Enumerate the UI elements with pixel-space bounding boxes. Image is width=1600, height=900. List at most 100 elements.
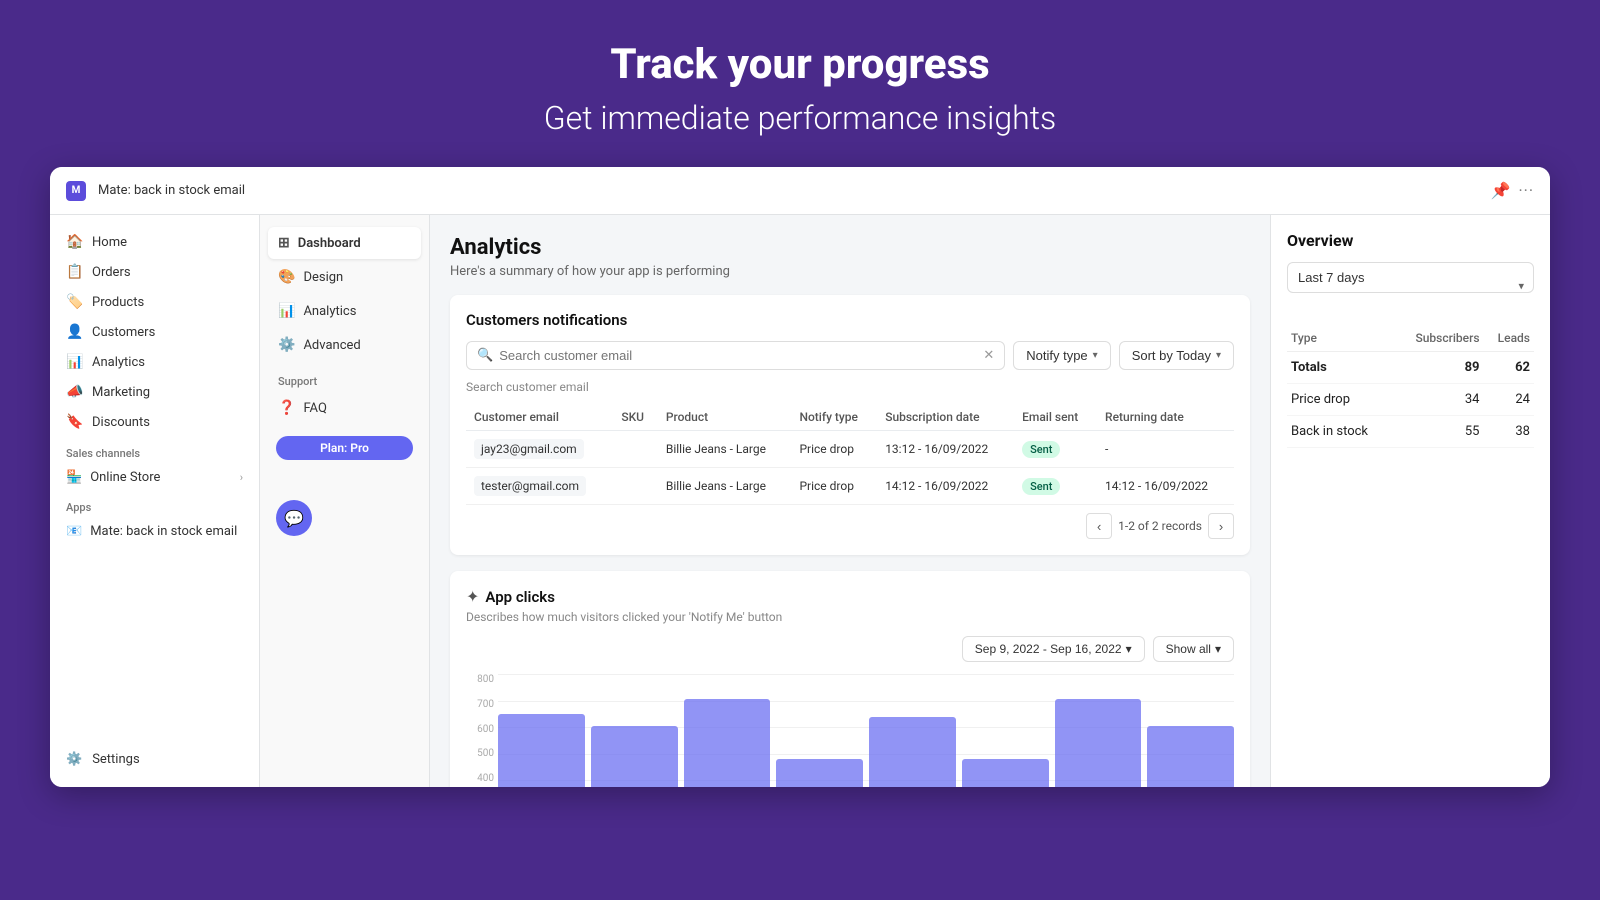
mate-icon: 📧 — [66, 524, 82, 539]
sidebar-item-online-store[interactable]: 🏪 Online Store › — [50, 464, 259, 491]
second-sidebar: ⊞ Dashboard 🎨 Design 📊 Analytics ⚙️ Adva… — [260, 215, 430, 787]
chat-button[interactable]: 💬 — [276, 500, 312, 536]
chart-bar-group — [684, 699, 771, 787]
chart-bar-group — [1055, 699, 1142, 787]
search-box[interactable]: 🔍 ✕ — [466, 341, 1005, 370]
overview-subscribers: 55 — [1393, 416, 1483, 448]
orders-icon: 📋 — [66, 264, 82, 280]
chart-bar — [1055, 699, 1142, 787]
discounts-icon: 🔖 — [66, 414, 82, 430]
sort-by-filter[interactable]: Sort by Today ▾ — [1119, 341, 1234, 370]
sidebar-item-settings[interactable]: ⚙️ Settings — [50, 744, 259, 775]
sidebar-item-analytics[interactable]: 📊 Analytics — [50, 347, 259, 377]
chart-bar-group — [962, 759, 1049, 787]
prev-page-button[interactable]: ‹ — [1086, 513, 1112, 539]
sidebar-item-home[interactable]: 🏠 Home — [50, 227, 259, 257]
customer-notifications-title: Customers notifications — [466, 311, 1234, 329]
top-bar: M Mate: back in stock email 📌 ··· — [50, 167, 1550, 215]
marketing-icon: 📣 — [66, 384, 82, 400]
notifications-table: Customer email SKU Product Notify type S… — [466, 404, 1234, 505]
overview-leads: 62 — [1484, 352, 1535, 384]
sidebar-item-apps-mate[interactable]: 📧 Mate: back in stock email — [50, 518, 259, 545]
chart-y-label: 700 — [466, 699, 494, 710]
show-all-label: Show all — [1166, 642, 1211, 656]
cell-returning-date: 14:12 - 16/09/2022 — [1097, 468, 1234, 505]
show-period-select[interactable]: Last 7 daysLast 30 daysLast 90 days — [1287, 262, 1534, 293]
cell-email: jay23@gmail.com — [466, 431, 613, 468]
pagination-row: ‹ 1-2 of 2 records › — [466, 513, 1234, 539]
app-clicks-title: App clicks — [485, 588, 555, 606]
list-item: Back in stock 55 38 — [1287, 416, 1534, 448]
cell-product: Billie Jeans - Large — [658, 431, 792, 468]
settings-icon: ⚙️ — [66, 752, 82, 767]
second-sidebar-item-advanced[interactable]: ⚙️ Advanced — [268, 329, 421, 361]
faq-label: FAQ — [303, 401, 326, 416]
plan-badge[interactable]: Plan: Pro — [276, 436, 413, 460]
mate-label: Mate: back in stock email — [90, 524, 237, 539]
show-all-button[interactable]: Show all ▾ — [1153, 636, 1234, 662]
advanced-icon: ⚙️ — [278, 337, 295, 353]
next-page-button[interactable]: › — [1208, 513, 1234, 539]
clear-icon[interactable]: ✕ — [983, 348, 994, 363]
chevron-down-show-icon: ▾ — [1215, 642, 1221, 656]
main-content: Analytics Here's a summary of how your a… — [430, 215, 1270, 787]
chart-bar — [1147, 726, 1234, 787]
col-product: Product — [658, 404, 792, 431]
sidebar-item-marketing[interactable]: 📣 Marketing — [50, 377, 259, 407]
date-range-button[interactable]: Sep 9, 2022 - Sep 16, 2022 ▾ — [962, 636, 1145, 662]
cell-returning-date: - — [1097, 431, 1234, 468]
sidebar-label-orders: Orders — [92, 265, 131, 280]
chart-bar-group — [1147, 726, 1234, 787]
overview-type: Price drop — [1287, 384, 1393, 416]
app-clicks-card: ✦ App clicks Describes how much visitors… — [450, 571, 1250, 787]
top-bar-title: Mate: back in stock email — [98, 183, 1479, 198]
more-options-icon[interactable]: ··· — [1518, 181, 1534, 200]
second-sidebar-item-design[interactable]: 🎨 Design — [268, 261, 421, 293]
sidebar-item-products[interactable]: 🏷️ Products — [50, 287, 259, 317]
chart-bar — [776, 759, 863, 787]
page-subtitle: Here's a summary of how your app is perf… — [450, 264, 1250, 279]
customer-notifications-card: Customers notifications 🔍 ✕ Notify type … — [450, 295, 1250, 555]
settings-label: Settings — [92, 752, 139, 767]
second-sidebar-item-faq[interactable]: ❓ FAQ — [268, 392, 421, 424]
chart-y-label: 800 — [466, 674, 494, 685]
pin-icon[interactable]: 📌 — [1491, 181, 1511, 200]
cell-subscription-date: 13:12 - 16/09/2022 — [877, 431, 1014, 468]
app-clicks-icon: ✦ — [466, 587, 479, 606]
chart-bar — [498, 714, 585, 787]
col-email: Customer email — [466, 404, 613, 431]
cell-notify-type: Price drop — [791, 468, 877, 505]
col-email-sent: Email sent — [1014, 404, 1097, 431]
analytics-sidebar-icon: 📊 — [278, 303, 295, 319]
overview-col-type: Type — [1287, 325, 1393, 352]
sidebar-item-orders[interactable]: 📋 Orders — [50, 257, 259, 287]
overview-leads: 38 — [1484, 416, 1535, 448]
table-row: tester@gmail.com Billie Jeans - Large Pr… — [466, 468, 1234, 505]
chart-bar-group — [591, 726, 678, 787]
overview-table: Type Subscribers Leads Totals 89 62 Pric… — [1287, 325, 1534, 448]
sidebar-item-discounts[interactable]: 🔖 Discounts — [50, 407, 259, 437]
second-sidebar-item-analytics[interactable]: 📊 Analytics — [268, 295, 421, 327]
sidebar-item-customers[interactable]: 👤 Customers — [50, 317, 259, 347]
sales-channels-label: Sales channels — [50, 437, 259, 464]
products-icon: 🏷️ — [66, 294, 82, 310]
online-store-icon: 🏪 — [66, 470, 82, 485]
cell-product: Billie Jeans - Large — [658, 468, 792, 505]
chart-y-label: 400 — [466, 773, 494, 784]
sidebar-label-products: Products — [92, 295, 144, 310]
overview-title: Overview — [1287, 231, 1534, 250]
search-input[interactable] — [499, 348, 977, 363]
home-icon: 🏠 — [66, 234, 82, 250]
notify-type-filter[interactable]: Notify type ▾ — [1013, 341, 1110, 370]
design-icon: 🎨 — [278, 269, 295, 285]
left-sidebar: 🏠 Home 📋 Orders 🏷️ Products 👤 Customers … — [50, 215, 260, 787]
hero-title: Track your progress — [20, 40, 1580, 89]
second-sidebar-item-dashboard[interactable]: ⊞ Dashboard — [268, 227, 421, 259]
online-store-label: Online Store — [90, 470, 160, 485]
chart-bar — [962, 759, 1049, 787]
overview-subscribers: 89 — [1393, 352, 1483, 384]
chart-bar-group — [869, 717, 956, 787]
list-item: Price drop 34 24 — [1287, 384, 1534, 416]
overview-col-leads: Leads — [1484, 325, 1535, 352]
sidebar-label-discounts: Discounts — [92, 415, 150, 430]
